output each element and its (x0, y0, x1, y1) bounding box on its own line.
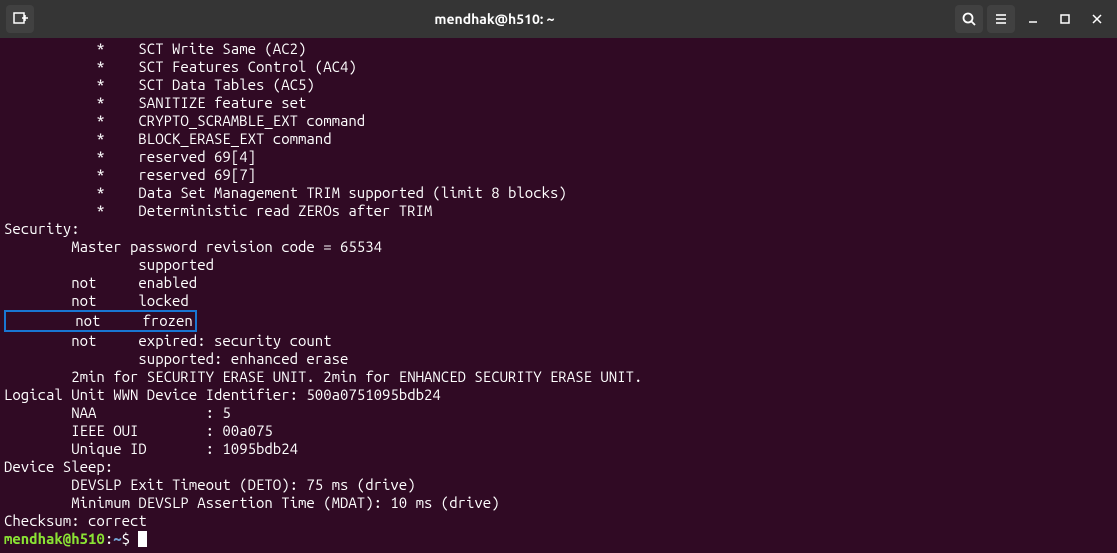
frozen-highlight: not frozen (4, 310, 197, 332)
search-icon (962, 12, 976, 26)
terminal-line: supported: enhanced erase (4, 350, 1113, 368)
hamburger-icon (994, 12, 1008, 26)
terminal-line: 2min for SECURITY ERASE UNIT. 2min for E… (4, 368, 1113, 386)
prompt-path: ~ (113, 530, 121, 547)
terminal-line: * BLOCK_ERASE_EXT command (4, 130, 1113, 148)
terminal-line: Unique ID : 1095bdb24 (4, 440, 1113, 458)
titlebar-right-group (955, 5, 1111, 33)
prompt-user: mendhak@h510 (4, 530, 105, 547)
terminal-line: * SCT Data Tables (AC5) (4, 76, 1113, 94)
terminal-line: NAA : 5 (4, 404, 1113, 422)
new-tab-button[interactable] (6, 5, 34, 33)
terminal-line: Minimum DEVSLP Assertion Time (MDAT): 10… (4, 494, 1113, 512)
window-titlebar: mendhak@h510: ~ (0, 0, 1117, 38)
prompt-line: mendhak@h510:~$ (4, 530, 1113, 548)
terminal-line: * Data Set Management TRIM supported (li… (4, 184, 1113, 202)
terminal-line: DEVSLP Exit Timeout (DETO): 75 ms (drive… (4, 476, 1113, 494)
terminal-line: IEEE OUI : 00a075 (4, 422, 1113, 440)
devsleep-header: Device Sleep: (4, 458, 1113, 476)
terminal-line: * SANITIZE feature set (4, 94, 1113, 112)
checksum-line: Checksum: correct (4, 512, 1113, 530)
security-header: Security: (4, 220, 1113, 238)
terminal-line: * CRYPTO_SCRAMBLE_EXT command (4, 112, 1113, 130)
highlighted-line: not frozen (4, 310, 1113, 332)
minimize-icon (1027, 13, 1039, 25)
terminal-output[interactable]: * SCT Write Same (AC2) * SCT Features Co… (0, 38, 1117, 553)
terminal-line: * reserved 69[4] (4, 148, 1113, 166)
prompt-dollar: $ (122, 530, 130, 547)
terminal-line: not expired: security count (4, 332, 1113, 350)
terminal-line: * reserved 69[7] (4, 166, 1113, 184)
close-button[interactable] (1083, 6, 1111, 32)
prompt-separator: : (105, 530, 113, 547)
menu-button[interactable] (987, 5, 1015, 33)
window-title: mendhak@h510: ~ (34, 10, 955, 28)
terminal-line: not locked (4, 292, 1113, 310)
terminal-line: supported (4, 256, 1113, 274)
new-tab-icon (12, 11, 28, 27)
search-button[interactable] (955, 5, 983, 33)
terminal-line: Master password revision code = 65534 (4, 238, 1113, 256)
minimize-button[interactable] (1019, 6, 1047, 32)
maximize-icon (1059, 13, 1071, 25)
close-icon (1091, 13, 1103, 25)
cursor (138, 531, 147, 547)
maximize-button[interactable] (1051, 6, 1079, 32)
wwn-header: Logical Unit WWN Device Identifier: 500a… (4, 386, 1113, 404)
terminal-line: * SCT Write Same (AC2) (4, 40, 1113, 58)
terminal-line: not enabled (4, 274, 1113, 292)
terminal-line: * SCT Features Control (AC4) (4, 58, 1113, 76)
terminal-line: * Deterministic read ZEROs after TRIM (4, 202, 1113, 220)
titlebar-left-group (6, 5, 34, 33)
